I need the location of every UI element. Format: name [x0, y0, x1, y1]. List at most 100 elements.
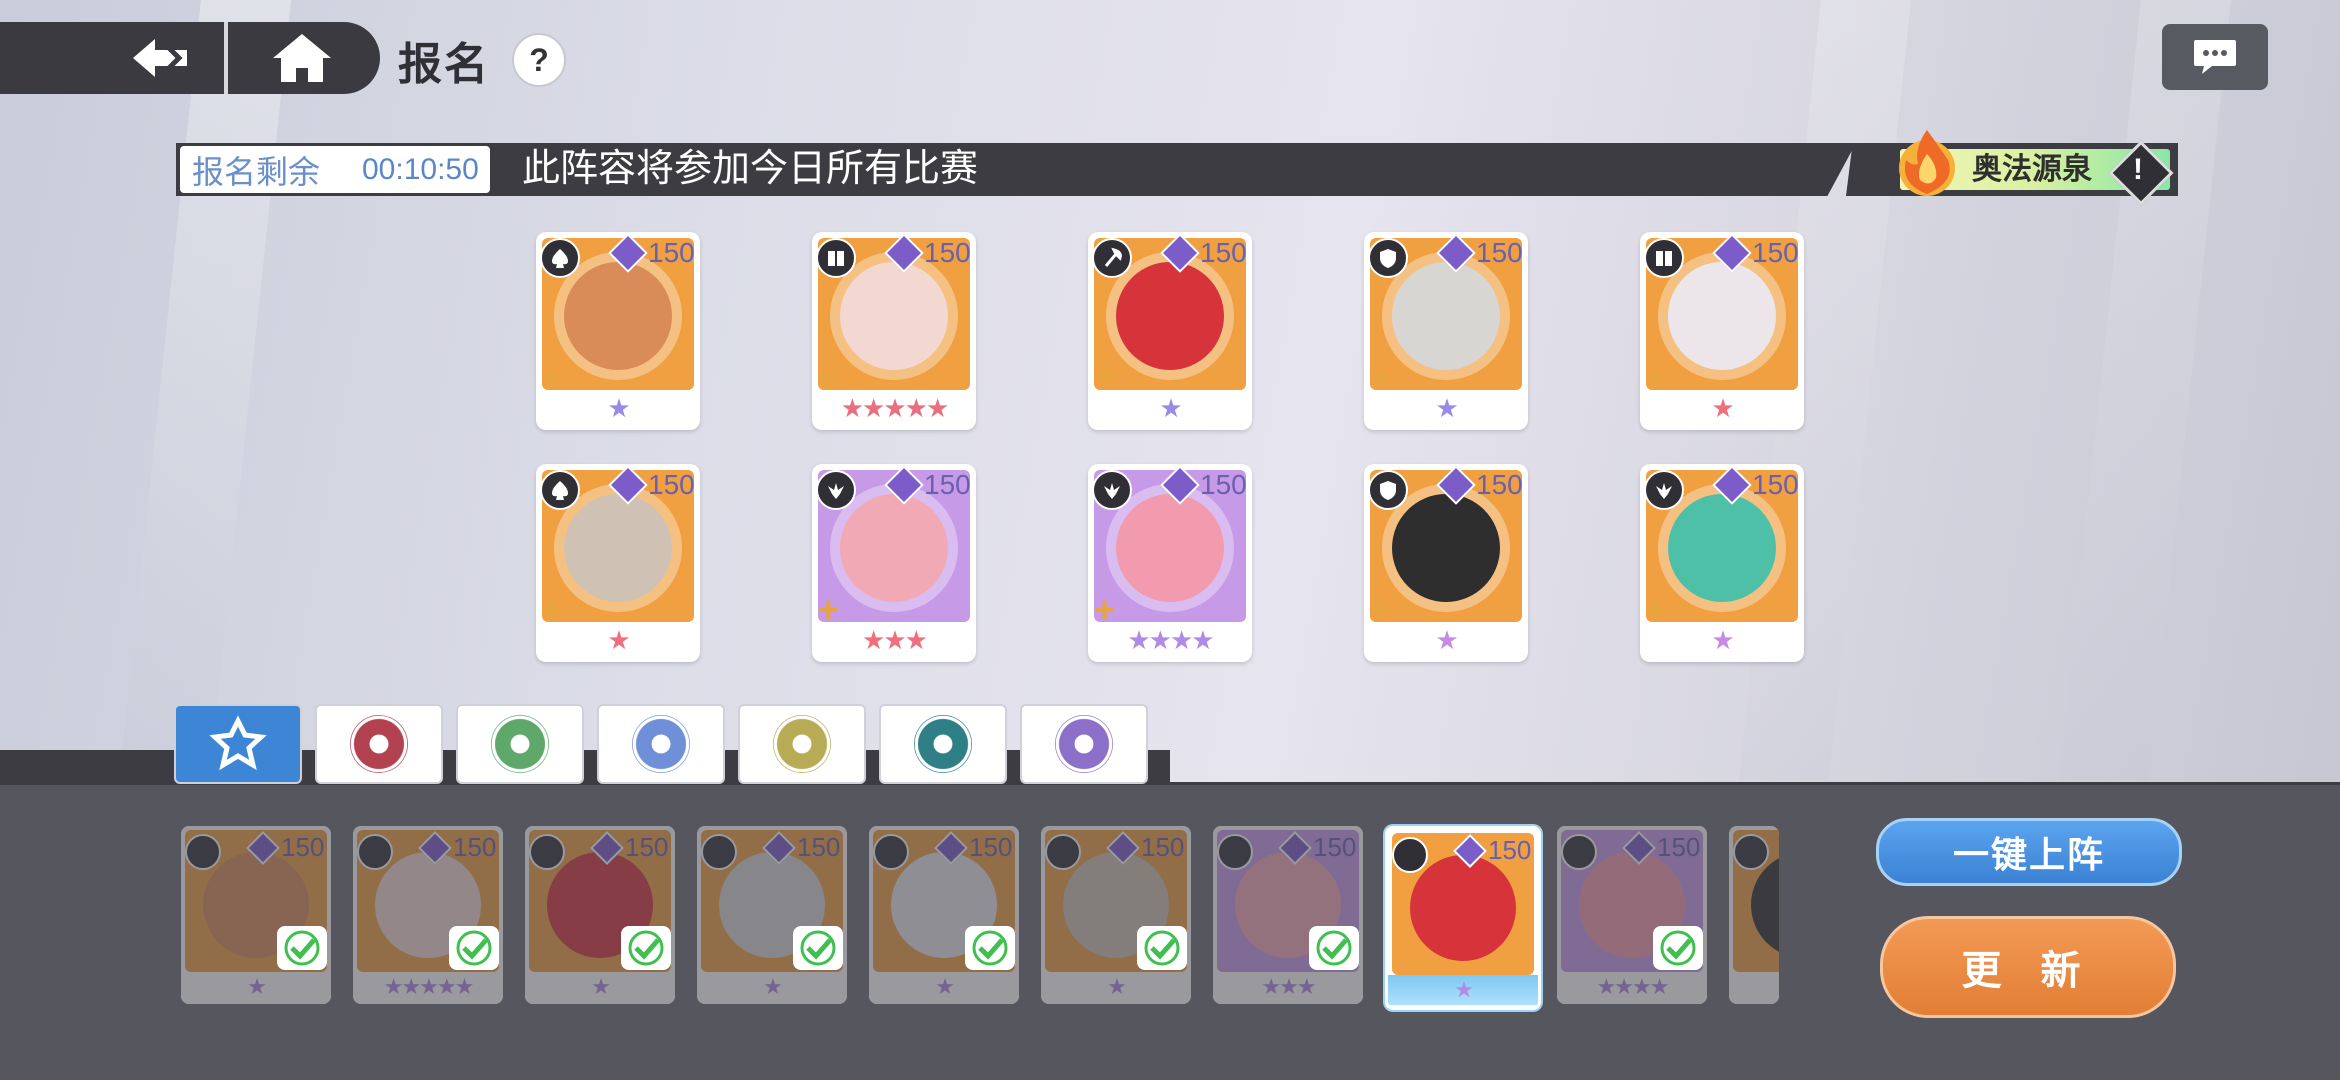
hero-level: 150: [608, 465, 696, 505]
faction-tab-holy[interactable]: [740, 706, 864, 782]
shield-class-icon: [1368, 470, 1408, 510]
roster-hero-card[interactable]: 150★★★★: [1557, 826, 1707, 1004]
roster-hero-card[interactable]: 150★: [697, 826, 847, 1004]
level-gem-icon: [1436, 465, 1476, 505]
in-lineup-overlay: [697, 826, 847, 1004]
level-gem-icon: [1436, 233, 1476, 273]
wing-class-icon: [1644, 470, 1684, 510]
wing-class-icon: [1092, 470, 1132, 510]
roster-hero-card[interactable]: 150★: [525, 826, 675, 1004]
chat-button[interactable]: [2162, 24, 2268, 90]
star-rating: ★: [1711, 625, 1734, 655]
hero-level: 150: [884, 465, 972, 505]
hero-face: [1116, 494, 1224, 602]
lineup-hero-card[interactable]: 150 + ★: [536, 232, 700, 430]
checkmark-icon: [449, 926, 499, 970]
lineup-hero-card[interactable]: 150 + ★: [1364, 232, 1528, 430]
back-button[interactable]: [100, 22, 224, 94]
hero-face: [564, 494, 672, 602]
level-gem-icon: [1712, 233, 1752, 273]
faction-tab-nature[interactable]: [458, 706, 582, 782]
fire-faction-icon: [350, 715, 408, 773]
level-value: 150: [648, 237, 695, 268]
hero-face: [1392, 494, 1500, 602]
hero-level: 150: [1160, 465, 1248, 505]
roster-hero-card[interactable]: 150★: [1041, 826, 1191, 1004]
roster-hero-card[interactable]: [1729, 826, 1779, 1004]
background-pillar: [2059, 0, 2231, 780]
back-arrow-icon: [133, 39, 187, 77]
checkmark-icon: [1309, 926, 1359, 970]
lineup-hero-card[interactable]: 150 + ★★★: [812, 464, 976, 662]
hero-face: [564, 262, 672, 370]
faction-tab-all[interactable]: [176, 706, 300, 782]
level-gem-icon: [1160, 465, 1200, 505]
checkmark-icon: [277, 926, 327, 970]
lineup-hero-card[interactable]: 150 + ★★★★: [1088, 464, 1252, 662]
faction-tab-abyss[interactable]: [881, 706, 1005, 782]
hero-face: [1668, 494, 1776, 602]
faction-tab-star[interactable]: [599, 706, 723, 782]
level-gem-icon: [608, 465, 648, 505]
help-button[interactable]: ?: [512, 33, 566, 87]
timer-value: 00:10:50: [362, 152, 479, 186]
book-class-icon: [816, 238, 856, 278]
hero-face: [1410, 855, 1516, 961]
book-class-icon: [1644, 238, 1684, 278]
star-rating: ★: [1388, 975, 1538, 1005]
in-lineup-overlay: [1557, 826, 1707, 1004]
level-value: 150: [1200, 237, 1247, 268]
star-rating: ★: [1711, 393, 1734, 423]
level-gem-icon: [884, 233, 924, 273]
faction-tab-eye[interactable]: [1022, 706, 1146, 782]
lineup-hero-card[interactable]: 150 + ★: [1640, 232, 1804, 430]
abyss-faction-icon: [914, 715, 972, 773]
divider: [224, 22, 228, 94]
quick-deploy-button[interactable]: 一键上阵: [1876, 818, 2182, 886]
holy-faction-icon: [773, 715, 831, 773]
fire-orb-icon: [1890, 126, 1964, 200]
timer-label: 报名剩余: [192, 153, 321, 190]
star-faction-icon: [632, 715, 690, 773]
wing-class-icon: [816, 470, 856, 510]
checkmark-icon: [1137, 926, 1187, 970]
hero-level: 150: [1453, 833, 1531, 868]
hero-level: 150: [1436, 465, 1524, 505]
level-gem-icon: [1160, 233, 1200, 273]
in-lineup-overlay: [353, 826, 503, 1004]
home-button[interactable]: [232, 22, 372, 94]
roster-hero-card[interactable]: 150★★★★★: [353, 826, 503, 1004]
faction-tab-fire[interactable]: [317, 706, 441, 782]
in-lineup-overlay: [1213, 826, 1363, 1004]
checkmark-icon: [965, 926, 1015, 970]
roster-hero-card[interactable]: 150 ★: [1385, 826, 1541, 1010]
level-gem-icon: [884, 465, 924, 505]
in-lineup-overlay: [1041, 826, 1191, 1004]
checkmark-icon: [621, 926, 671, 970]
hero-face: [1116, 262, 1224, 370]
signup-timer: 报名剩余 00:10:50: [180, 146, 490, 193]
lineup-hero-card[interactable]: 150 + ★: [536, 464, 700, 662]
lineup-hero-card[interactable]: 150 + ★: [1364, 464, 1528, 662]
shield-class-icon: [1368, 238, 1408, 278]
checkmark-icon: [1653, 926, 1703, 970]
lineup-hero-card[interactable]: 150 + ★: [1088, 232, 1252, 430]
star-rating: ★: [607, 393, 630, 423]
spade-class-icon: [540, 238, 580, 278]
home-icon: [273, 34, 331, 82]
checkmark-icon: [793, 926, 843, 970]
eye-faction-icon: [1055, 715, 1113, 773]
lineup-hero-card[interactable]: 150 + ★★★★★: [812, 232, 976, 430]
level-value: 150: [924, 237, 971, 268]
level-value: 150: [1476, 237, 1523, 268]
level-value: 150: [1200, 469, 1247, 500]
roster-hero-card[interactable]: 150★: [869, 826, 1019, 1004]
lineup-hero-card[interactable]: 150 + ★: [1640, 464, 1804, 662]
alert-icon[interactable]: !: [2110, 142, 2166, 198]
hero-face: [1392, 262, 1500, 370]
update-button[interactable]: 更 新: [1880, 916, 2176, 1018]
hero-level: 150: [1712, 465, 1800, 505]
level-value: 150: [1752, 237, 1799, 268]
roster-hero-card[interactable]: 150★: [181, 826, 331, 1004]
roster-hero-card[interactable]: 150★★★: [1213, 826, 1363, 1004]
